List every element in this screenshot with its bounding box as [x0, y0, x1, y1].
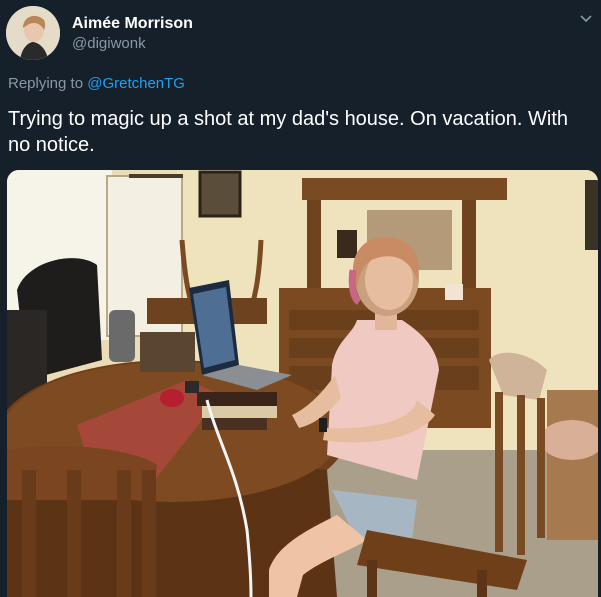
avatar[interactable]	[6, 6, 60, 60]
replying-to-label: Replying to	[8, 75, 88, 92]
tweet: Aimée Morrison @digiwonk Replying to @Gr…	[0, 0, 601, 597]
tweet-text: Trying to magic up a shot at my dad's ho…	[8, 108, 569, 156]
author-names: Aimée Morrison @digiwonk	[72, 14, 193, 54]
photo-woman-at-laptop-icon	[7, 170, 598, 597]
avatar-photo-icon	[6, 6, 60, 60]
display-name[interactable]: Aimée Morrison	[72, 14, 193, 34]
replying-to: Replying to @GretchenTG	[8, 74, 185, 94]
reply-mention-link[interactable]: @GretchenTG	[87, 75, 185, 92]
chevron-down-icon[interactable]	[579, 12, 593, 26]
user-handle[interactable]: @digiwonk	[72, 34, 193, 54]
tweet-header: Aimée Morrison @digiwonk	[6, 6, 601, 62]
tweet-photo[interactable]	[7, 170, 598, 597]
